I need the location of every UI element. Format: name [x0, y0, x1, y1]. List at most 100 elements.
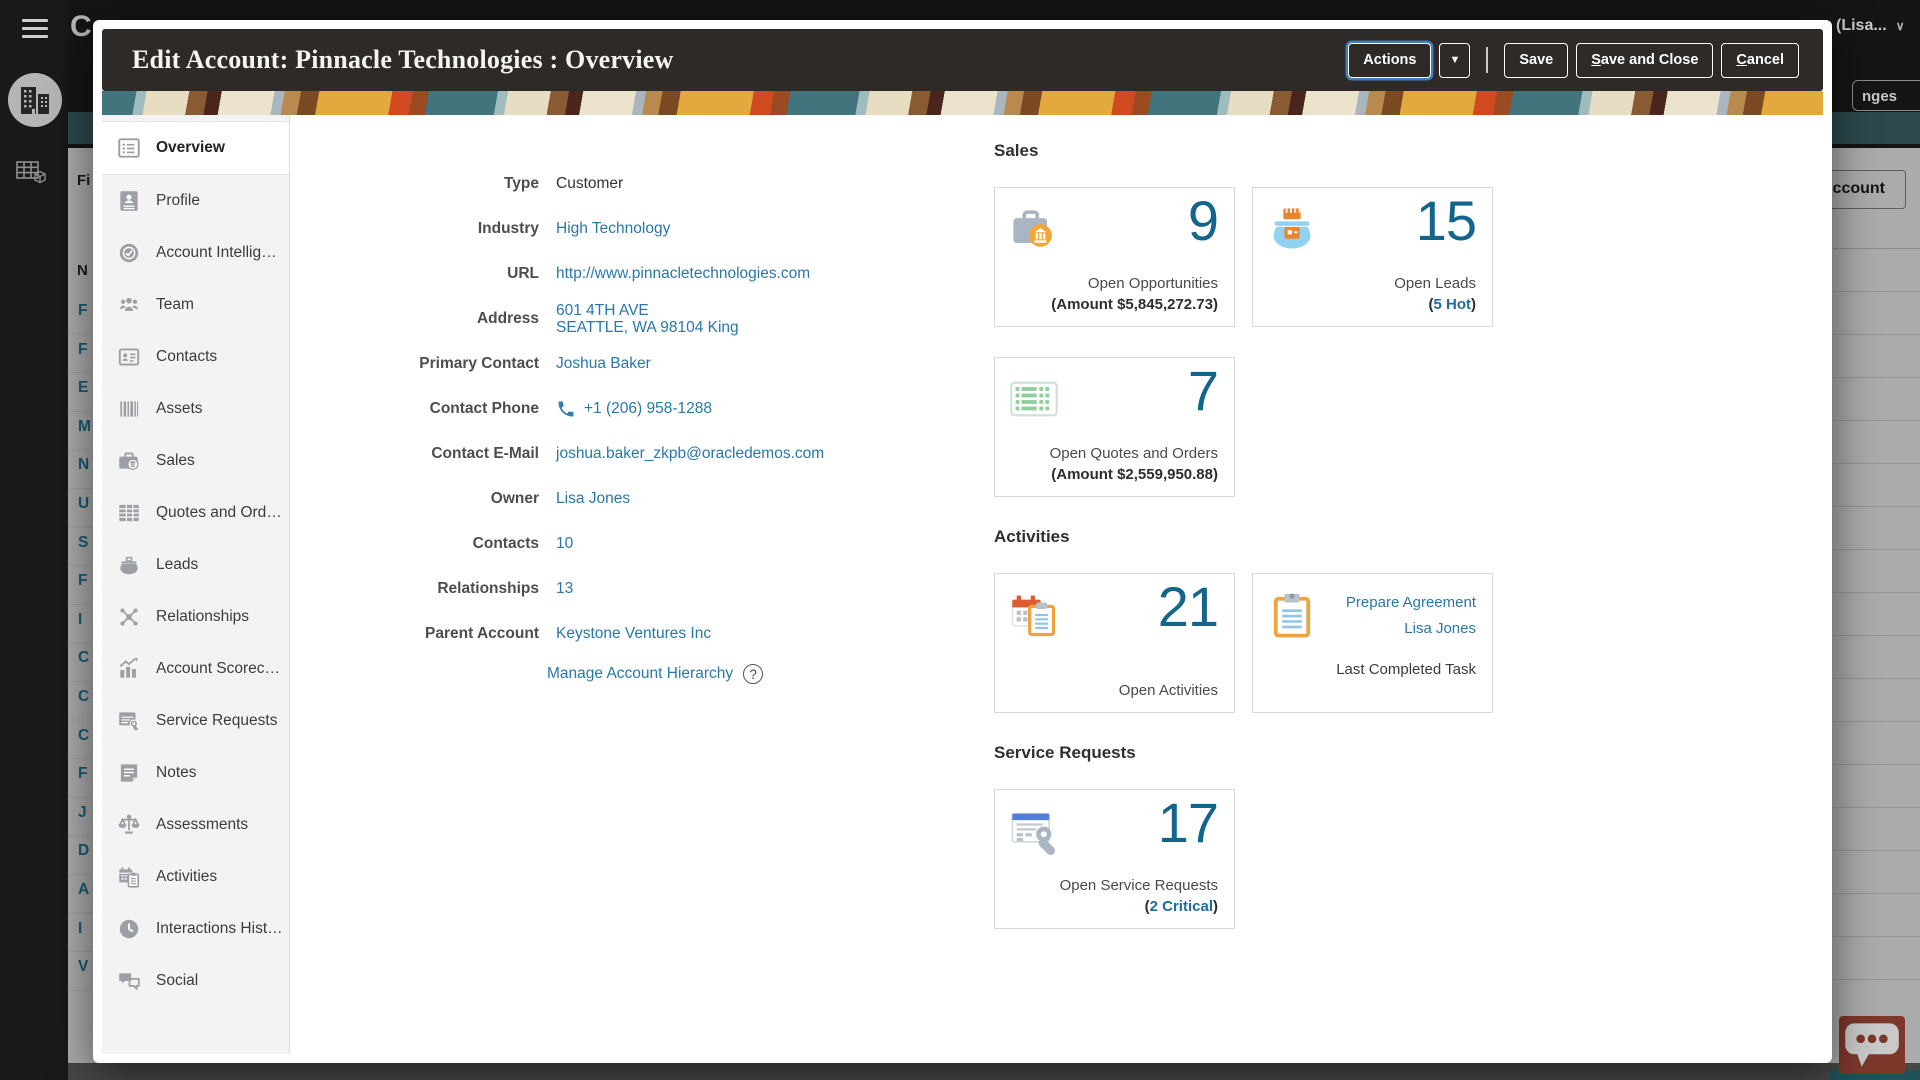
sidebar-item-assessments[interactable]: Assessments [102, 799, 289, 851]
field-value-type: Customer [556, 175, 624, 192]
bg-row-letter: I [78, 610, 83, 628]
field-label: Address [476, 309, 539, 327]
manage-account-hierarchy-link[interactable]: Manage Account Hierarchy [547, 665, 733, 683]
field-value-industry[interactable]: High Technology [556, 220, 670, 237]
card-open-leads[interactable]: 15 Open Leads (5 Hot) [1252, 187, 1493, 327]
grid-cube-icon[interactable] [15, 158, 47, 188]
quotes-icon [116, 500, 142, 526]
sidebar-item-service-requests[interactable]: Service Requests [102, 695, 289, 747]
sidebar-item-profile[interactable]: Profile [102, 175, 289, 227]
task-caption: Last Completed Task [1336, 661, 1476, 678]
relationships-icon [116, 604, 142, 630]
metric-sublabel: (5 Hot) [1428, 296, 1477, 313]
cards-activities: 21 Open Activities Prepare Agreement Lisa J… [994, 573, 1494, 713]
sidebar-item-account-scorec[interactable]: Account Scorec… [102, 643, 289, 695]
field-value-contacts[interactable]: 10 [556, 535, 573, 552]
sidebar-item-relationships[interactable]: Relationships [102, 591, 289, 643]
assets-icon [116, 396, 142, 422]
field-row-industry: Industry High Technology [290, 206, 990, 251]
interactions-history-icon [116, 916, 142, 942]
card-open-activities[interactable]: 21 Open Activities [994, 573, 1235, 713]
section-title-activities: Activities [994, 527, 1070, 546]
bg-row-letter: C [78, 688, 90, 705]
sidebar-item-sales[interactable]: Sales [102, 435, 289, 487]
notes-icon [116, 760, 142, 786]
field-value-parent-account[interactable]: Keystone Ventures Inc [556, 625, 711, 642]
actions-button[interactable]: Actions [1348, 42, 1432, 78]
bg-row-letter: F [78, 572, 88, 590]
task-link[interactable]: Prepare Agreement [1336, 590, 1476, 616]
help-icon[interactable]: ? [743, 664, 764, 684]
cancel-button[interactable]: Cancel [1721, 42, 1799, 78]
app-left-rail [0, 0, 68, 1080]
chevron-down-icon: ∨ [1895, 19, 1905, 33]
card-open-opportunities[interactable]: 9 Open Opportunities (Amount $5,845,272.73… [994, 187, 1235, 327]
bg-page-text-fragment: Fi [77, 172, 91, 189]
sidebar-item-team[interactable]: Team [102, 279, 289, 331]
sidebar-item-overview[interactable]: Overview [102, 121, 289, 175]
metrics-column: Sales 9 Open Opportunities (Amount $5,845,2… [994, 141, 1514, 959]
sidebar-item-activities[interactable]: Activities [102, 851, 289, 903]
field-value-url[interactable]: http://www.pinnacletechnologies.com [556, 265, 810, 282]
card-open-service-requests[interactable]: 17 Open Service Requests (2 Critical) [994, 789, 1235, 929]
field-row-contact-e-mail: Contact E-Mail joshua.baker_zkpb@oraclede… [290, 431, 990, 476]
toolbar-divider [1486, 47, 1489, 73]
metric-label: Open Quotes and Orders [1049, 445, 1218, 462]
assessments-icon [116, 812, 142, 838]
activities-icon [116, 864, 142, 890]
field-value-contact-phone[interactable]: +1 (206) 958-1288 [584, 400, 712, 417]
sidebar-item-label: Activities [156, 868, 218, 885]
field-value-address[interactable]: 601 4TH AVE SEATTLE, WA 98104 King [556, 302, 739, 336]
metric-number: 17 [1157, 791, 1219, 854]
section-title-sales: Sales [994, 141, 1039, 160]
sidebar-item-social[interactable]: Social [102, 955, 289, 1007]
metric-sublabel: (Amount $2,559,950.88) [1051, 466, 1218, 483]
sidebar-item-interactions-hist[interactable]: Interactions Hist… [102, 903, 289, 955]
card-open-quotes-and-orders[interactable]: 7 Open Quotes and Orders (Amount $2,559,95… [994, 357, 1235, 497]
sidebar-item-notes[interactable]: Notes [102, 747, 289, 799]
bg-row-letter: A [78, 881, 90, 898]
field-label: Relationships [437, 579, 539, 597]
modal-sidebar: Overview Profile Account Intellig… Team Cont… [102, 115, 290, 1054]
sidebar-item-label: Interactions Hist… [156, 920, 281, 937]
card-last-completed-task[interactable]: Prepare Agreement Lisa Jones Last Complete… [1252, 573, 1493, 713]
actions-dropdown-icon[interactable]: ▼ [1439, 42, 1471, 78]
field-value-primary-contact[interactable]: Joshua Baker [556, 355, 651, 372]
field-row-primary-contact: Primary Contact Joshua Baker [290, 341, 990, 386]
field-row-url: URL http://www.pinnacletechnologies.com [290, 251, 990, 296]
sidebar-item-label: Service Requests [156, 712, 278, 729]
bg-brand-logo-fragment: C [70, 10, 92, 43]
field-value-owner[interactable]: Lisa Jones [556, 490, 630, 507]
sidebar-item-quotes-and-ord[interactable]: Quotes and Ord… [102, 487, 289, 539]
save-button[interactable]: Save [1504, 42, 1569, 78]
field-row-owner: Owner Lisa Jones [290, 476, 990, 521]
bg-row-letter: F [78, 340, 88, 358]
save-and-close-button[interactable]: Save and Close [1576, 42, 1714, 78]
field-value-contact-e-mail[interactable]: joshua.baker_zkpb@oracledemos.com [556, 445, 824, 462]
sidebar-item-assets[interactable]: Assets [102, 383, 289, 435]
leads-icon [116, 552, 142, 578]
manage-hierarchy-row: Manage Account Hierarchy? [290, 664, 990, 684]
sidebar-item-label: Overview [156, 139, 225, 156]
sidebar-item-label: Profile [156, 192, 200, 209]
sidebar-item-contacts[interactable]: Contacts [102, 331, 289, 383]
sidebar-item-label: Relationships [156, 608, 250, 625]
field-value-relationships[interactable]: 13 [556, 580, 573, 597]
sidebar-item-label: Contacts [156, 348, 218, 365]
account-intelligence-icon [116, 240, 142, 266]
bg-row-letter: M [78, 417, 91, 435]
sidebar-item-label: Leads [156, 556, 199, 573]
sidebar-item-leads[interactable]: Leads [102, 539, 289, 591]
hamburger-menu-icon[interactable] [22, 19, 48, 43]
sidebar-item-account-intellig[interactable]: Account Intellig… [102, 227, 289, 279]
task-owner-link[interactable]: Lisa Jones [1336, 616, 1476, 642]
metric-label: Open Opportunities [1087, 275, 1218, 292]
changes-button[interactable]: nges [1852, 80, 1920, 111]
metric-label: Open Service Requests [1059, 877, 1218, 894]
account-fields: Type Customer Industry High Technology URL ht… [290, 161, 990, 684]
sidebar-item-label: Team [156, 296, 194, 313]
user-menu[interactable]: (Lisa... ∨ [1836, 17, 1904, 35]
metric-number: 15 [1415, 189, 1477, 252]
feedback-chat-button[interactable] [1839, 1016, 1905, 1074]
accounts-badge-icon[interactable] [8, 73, 62, 127]
